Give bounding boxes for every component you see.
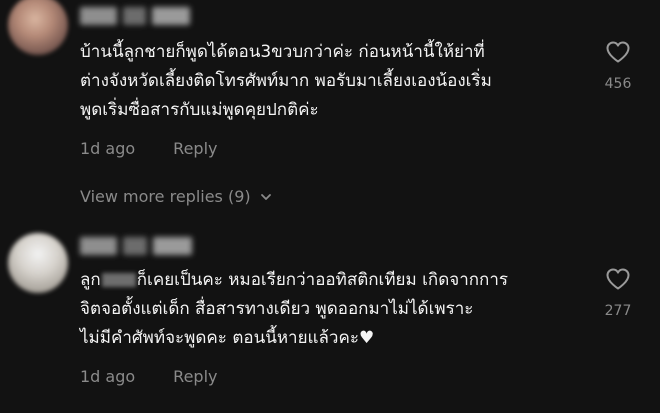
reply-button[interactable]: Reply [173,367,217,386]
comment-text: บ้านนี้ลูกชายก็พูดได้ตอน3ขวบกว่าค่ะ ก่อน… [80,42,492,120]
view-more-replies-button[interactable]: View more replies (9) [80,187,273,206]
heart-outline-icon [606,268,630,290]
comment-text-start: ลูก [80,270,101,290]
comment-timestamp: 1d ago [80,367,136,386]
comment-text: ลูก ก็เคยเป็นคะ หมอเรียกว่าออทิสติกเทียม … [80,266,590,353]
avatar[interactable] [8,233,68,293]
view-more-replies-label: View more replies (9) [80,187,251,206]
like-count: 456 [604,76,632,92]
redacted-name [101,273,136,287]
comment-item: บ้านนี้ลูกชายก็พูดได้ตอน3ขวบกว่าค่ะ ก่อน… [0,0,660,215]
heart-outline-icon [606,41,630,63]
like-button[interactable]: 277 [598,267,638,319]
like-button[interactable]: 456 [598,40,638,92]
reply-button[interactable]: Reply [173,139,217,158]
avatar[interactable] [8,0,68,55]
comment-item: ลูก ก็เคยเป็นคะ หมอเรียกว่าออทิสติกเทียม … [0,225,660,413]
comment-meta: 1d ago Reply [80,139,217,158]
username-redacted[interactable] [80,7,191,25]
comment-text-rest: ก็เคยเป็นคะ หมอเรียกว่าออทิสติกเทียม เกิ… [80,270,509,348]
username-redacted[interactable] [80,237,192,255]
like-count: 277 [604,303,632,319]
comment-timestamp: 1d ago [80,139,136,158]
chevron-down-icon [260,193,271,200]
comment-meta: 1d ago Reply [80,367,217,386]
